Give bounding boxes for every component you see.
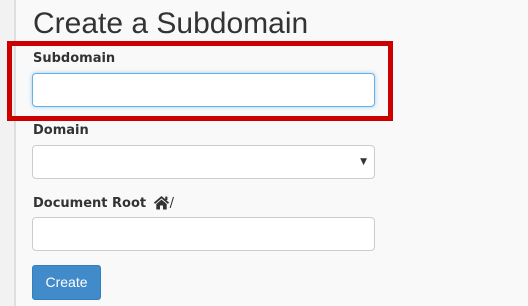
domain-label: Domain — [33, 123, 89, 138]
subdomain-label: Subdomain — [33, 51, 116, 66]
dropdown-arrow-icon: ▼ — [360, 157, 367, 167]
create-button[interactable]: Create — [32, 265, 101, 300]
page-title: Create a Subdomain — [33, 7, 309, 40]
domain-select[interactable]: ▼ — [32, 145, 375, 179]
document-root-input[interactable] — [32, 217, 375, 251]
document-root-label-text: Document Root — [33, 196, 147, 211]
left-sidebar-edge — [0, 0, 16, 306]
home-icon — [153, 195, 170, 215]
subdomain-input[interactable] — [32, 73, 375, 107]
document-root-separator: / — [169, 196, 175, 211]
document-root-label: Document Root / — [33, 195, 174, 215]
